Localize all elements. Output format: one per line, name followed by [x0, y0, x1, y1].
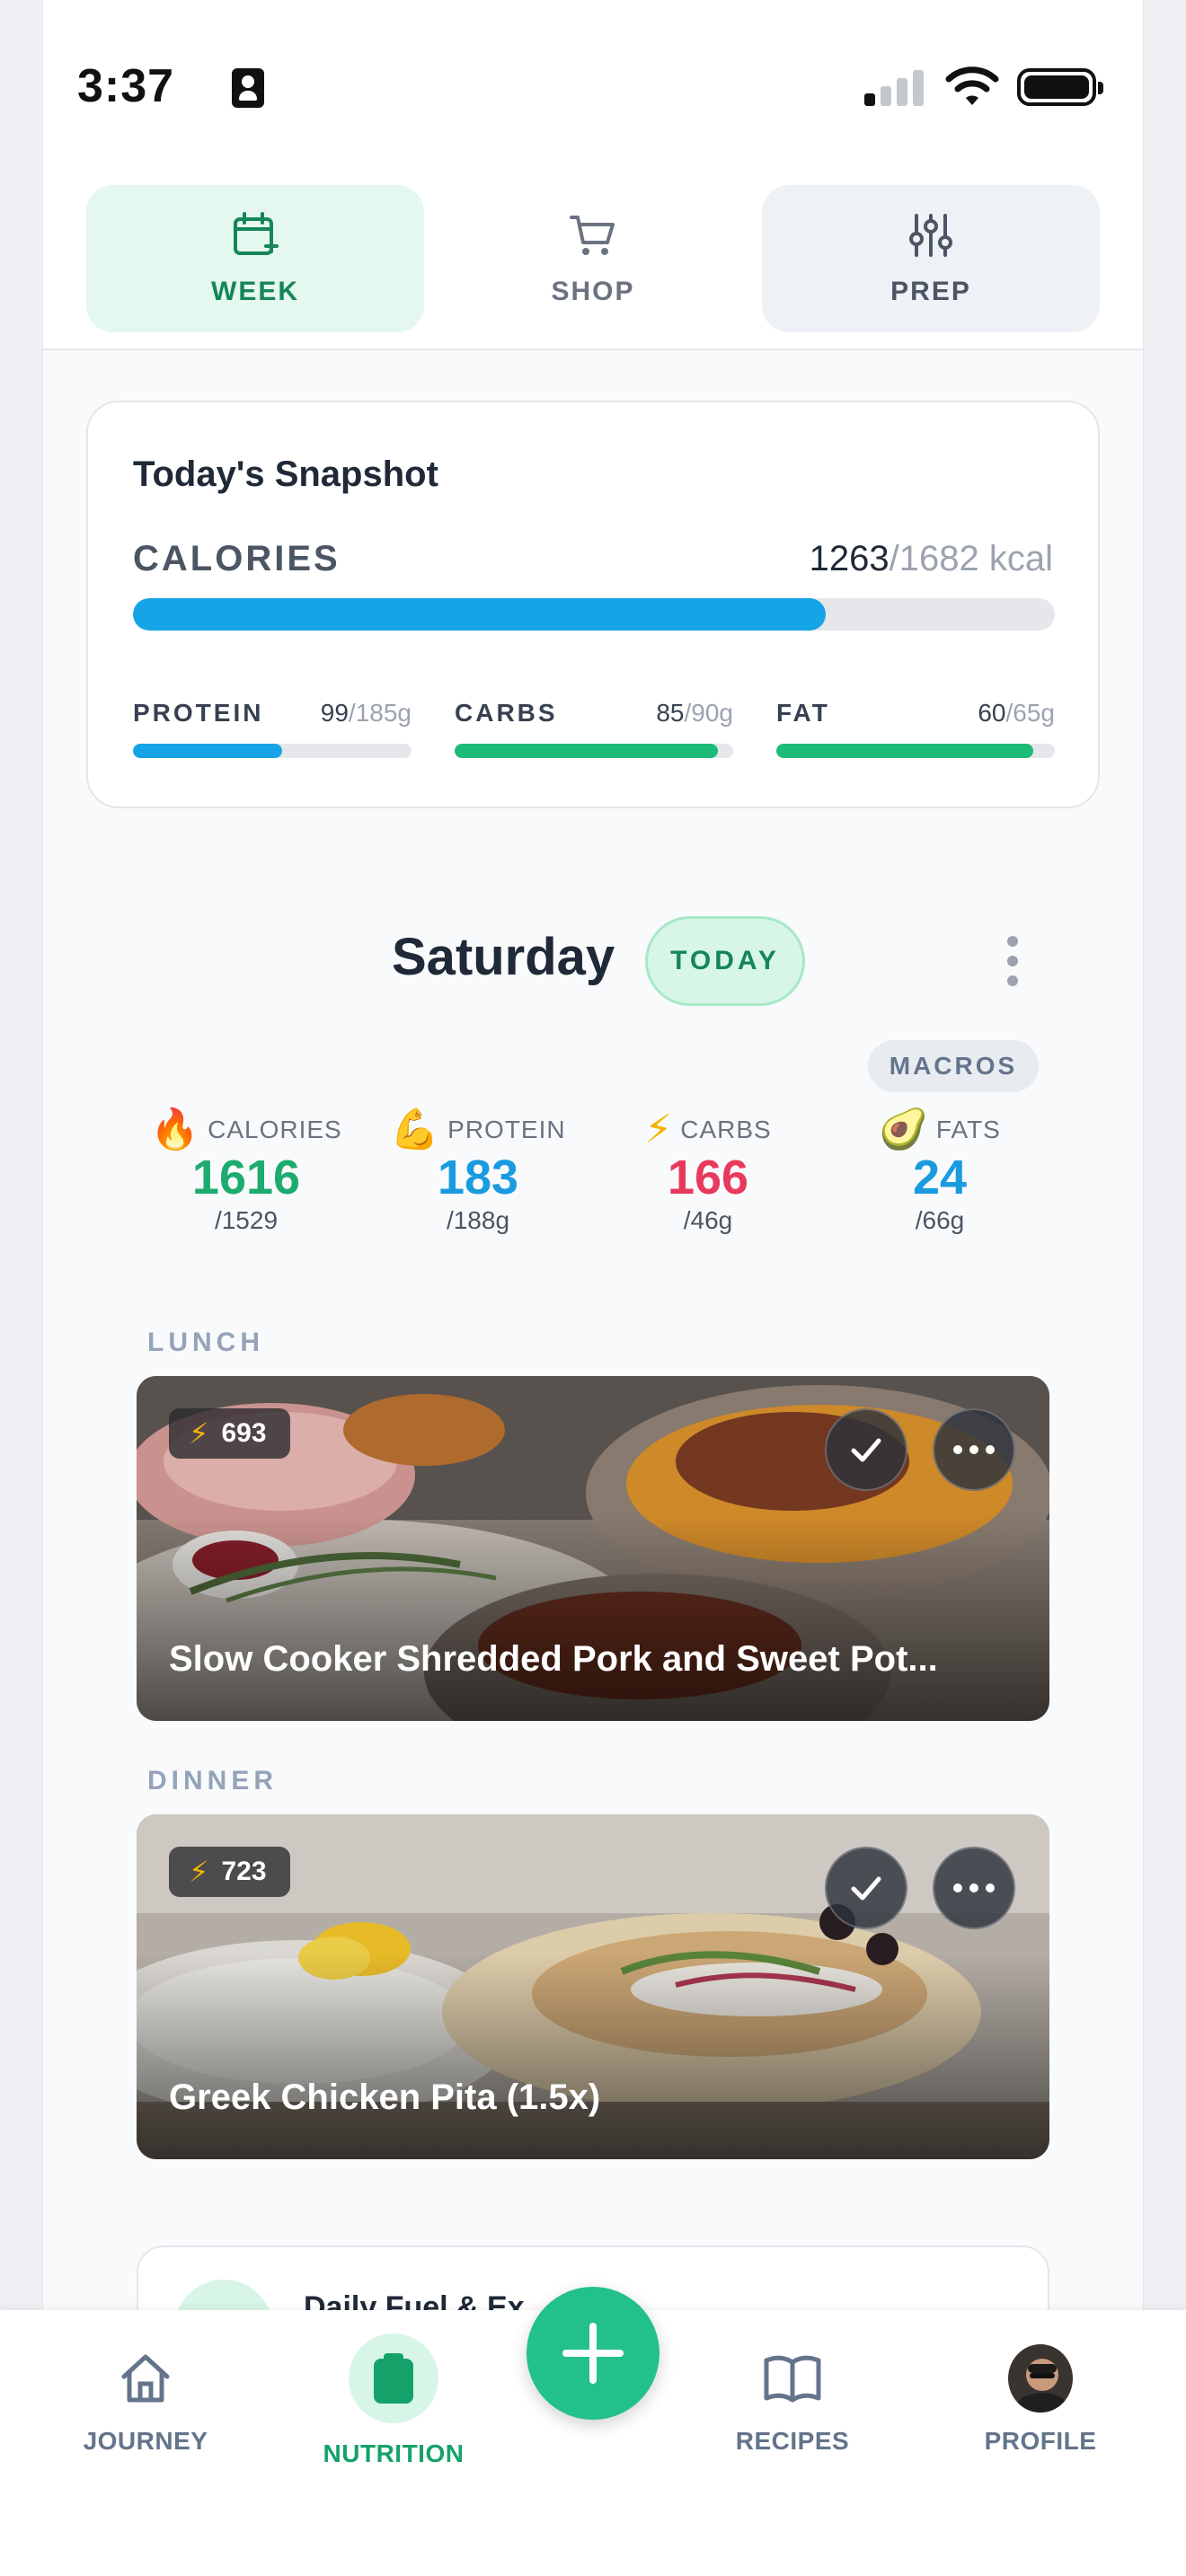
more-horizontal-icon [953, 1883, 995, 1892]
lightning-icon: ⚡ [644, 1107, 674, 1151]
macros-toggle-chip[interactable]: MACROS [868, 1040, 1039, 1092]
calories-progress-fill [133, 598, 826, 631]
nav-journey[interactable]: JOURNEY [47, 2346, 244, 2456]
calendar-icon [234, 212, 279, 255]
lightning-icon: ⚡ [189, 1856, 209, 1888]
nav-profile[interactable]: PROFILE [942, 2344, 1139, 2456]
stat-fats-value: 24 [912, 1151, 968, 1204]
stat-carbs: ⚡ CARBS 166 /46g [600, 1110, 816, 1235]
protein-progress-bar [133, 744, 412, 758]
avocado-icon: 🥑 [879, 1107, 929, 1151]
nav-recipes-label: RECIPES [735, 2427, 850, 2455]
today-badge: TODAY [645, 916, 805, 1006]
cellular-signal-icon [864, 68, 924, 106]
dinner-section-label: DINNER [147, 1766, 279, 1795]
carbs-progress-fill [455, 744, 718, 758]
status-time: 3:37 [77, 60, 175, 112]
stat-carbs-label: CARBS [680, 1116, 772, 1143]
app-sheet [43, 0, 1143, 2576]
stat-protein-value: 183 [437, 1151, 519, 1204]
nav-nutrition[interactable]: NUTRITION [295, 2333, 492, 2468]
stat-calories-target: /1529 [214, 1206, 279, 1235]
snapshot-title: Today's Snapshot [133, 454, 438, 494]
day-options-icon[interactable] [999, 936, 1026, 986]
fat-value: 60/65g [978, 699, 1055, 727]
book-icon [760, 2346, 825, 2411]
tab-shop[interactable]: SHOP [424, 185, 762, 332]
calories-current: 1263 [809, 539, 890, 578]
fire-icon: 🔥 [150, 1107, 201, 1151]
lunch-meal-title: Slow Cooker Shredded Pork and Sweet Pot.… [169, 1639, 938, 1679]
wifi-icon [945, 66, 999, 105]
lunch-kcal-value: 693 [221, 1418, 267, 1448]
day-title: Saturday [392, 928, 615, 986]
calories-value: 1263/1682 kcal [810, 539, 1053, 579]
tab-week-label: WEEK [211, 277, 299, 306]
stat-fats: 🥑 FATS 24 /66g [832, 1110, 1048, 1235]
lightning-icon: ⚡ [189, 1417, 209, 1450]
tab-shop-label: SHOP [551, 277, 635, 306]
fat-progress-bar [776, 744, 1055, 758]
stat-calories: 🔥 CALORIES 1616 /1529 [138, 1110, 354, 1235]
dinner-meal-card[interactable]: ⚡ 723 Greek Chicken Pita (1.5x) [137, 1814, 1049, 2159]
checkmark-icon [851, 1876, 881, 1901]
more-horizontal-icon [953, 1445, 995, 1454]
battery-icon [1017, 68, 1103, 106]
lunch-meal-card[interactable]: ⚡ 693 Slow Cooker Shredded Pork and Swee… [137, 1376, 1049, 1721]
stat-protein-label: PROTEIN [447, 1116, 566, 1143]
calories-label: CALORIES [133, 539, 341, 578]
tab-prep[interactable]: PREP [762, 185, 1100, 332]
tab-prep-label: PREP [890, 277, 971, 306]
stat-calories-value: 1616 [191, 1151, 301, 1204]
plus-icon [562, 2323, 624, 2384]
protein-progress-fill [133, 744, 282, 758]
stat-fats-label: FATS [935, 1116, 1001, 1143]
protein-value: 99/185g [320, 699, 412, 727]
stat-carbs-value: 166 [667, 1151, 749, 1204]
stat-fats-target: /66g [915, 1206, 965, 1235]
fat-progress-fill [776, 744, 1034, 758]
calories-target: /1682 kcal [889, 539, 1053, 578]
carbs-label: CARBS [455, 699, 558, 727]
lunch-more-button[interactable] [933, 1408, 1015, 1491]
lunch-section-label: LUNCH [147, 1328, 264, 1357]
home-icon [113, 2346, 178, 2411]
stat-calories-label: CALORIES [208, 1116, 342, 1143]
nav-profile-label: PROFILE [984, 2427, 1097, 2455]
stat-carbs-target: /46g [683, 1206, 733, 1235]
carbs-value: 85/90g [656, 699, 733, 727]
fat-label: FAT [776, 699, 830, 727]
calories-progress-bar [133, 598, 1055, 631]
add-button[interactable] [527, 2287, 659, 2420]
lunch-kcal-badge: ⚡ 693 [169, 1408, 290, 1459]
stat-protein-target: /188g [446, 1206, 510, 1235]
dinner-more-button[interactable] [933, 1847, 1015, 1929]
dinner-kcal-value: 723 [221, 1857, 267, 1886]
todays-snapshot-card: Today's Snapshot CALORIES 1263/1682 kcal… [86, 401, 1100, 808]
carbs-progress-bar [455, 744, 733, 758]
nav-nutrition-label: NUTRITION [323, 2439, 465, 2467]
planner-tabs: WEEK SHOP PREP [43, 171, 1143, 350]
sliders-icon [909, 214, 952, 257]
contact-card-icon [232, 68, 264, 108]
lunch-check-button[interactable] [825, 1408, 907, 1491]
dinner-meal-title: Greek Chicken Pita (1.5x) [169, 2078, 601, 2117]
nav-journey-label: JOURNEY [83, 2427, 208, 2455]
protein-label: PROTEIN [133, 699, 264, 727]
cart-icon [570, 216, 615, 255]
dinner-kcal-badge: ⚡ 723 [169, 1847, 290, 1897]
flexed-biceps-icon: 💪 [390, 1107, 441, 1151]
nav-recipes[interactable]: RECIPES [694, 2346, 891, 2456]
stat-protein: 💪 PROTEIN 183 /188g [370, 1110, 586, 1235]
avatar [1008, 2344, 1073, 2413]
tab-week[interactable]: WEEK [86, 185, 424, 332]
checkmark-icon [851, 1438, 881, 1462]
clipboard-icon [349, 2333, 438, 2423]
dinner-check-button[interactable] [825, 1847, 907, 1929]
